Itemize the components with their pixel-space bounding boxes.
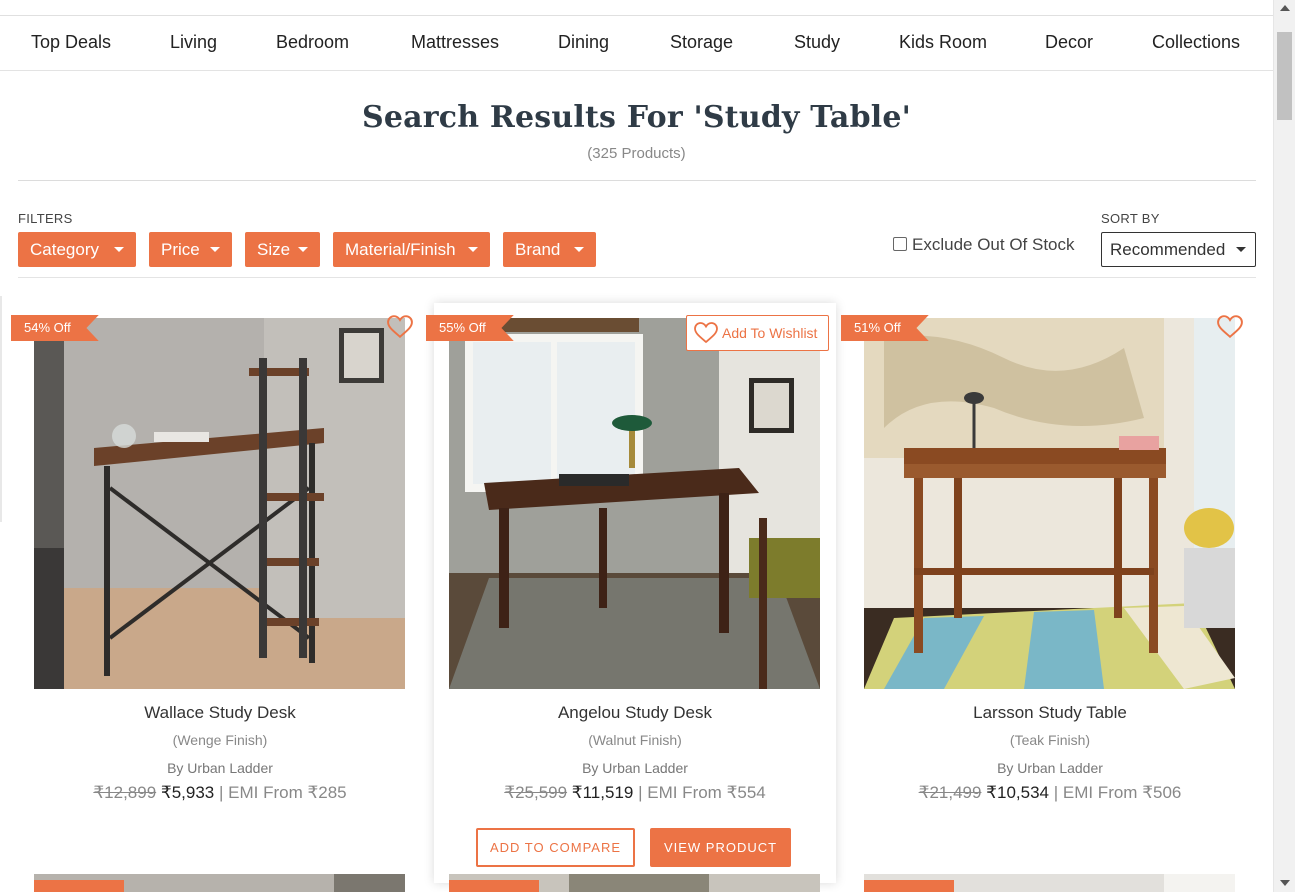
nav-item-mattresses[interactable]: Mattresses	[411, 32, 499, 53]
product-price: ₹12,899 ₹5,933 | EMI From ₹285	[19, 783, 421, 803]
product-image[interactable]	[864, 318, 1235, 689]
product-image-next-row[interactable]	[864, 874, 1235, 892]
scroll-up-icon[interactable]	[1280, 5, 1290, 11]
filter-price-label: Price	[161, 240, 200, 259]
current-price: ₹11,519	[571, 783, 634, 802]
current-price: ₹10,534	[986, 783, 1049, 802]
filter-brand-button[interactable]: Brand	[503, 232, 596, 267]
emi-text: | EMI From ₹285	[218, 783, 347, 802]
view-product-button[interactable]: VIEW PRODUCT	[650, 828, 791, 867]
page-title: Search Results For 'Study Table'	[361, 100, 912, 135]
product-name[interactable]: Angelou Study Desk	[434, 703, 836, 723]
caret-down-icon	[468, 247, 478, 252]
emi-text: | EMI From ₹554	[638, 783, 766, 802]
caret-down-icon	[210, 247, 220, 252]
filter-material-label: Material/Finish	[345, 240, 456, 259]
product-brand: By Urban Ladder	[997, 760, 1103, 776]
browser-top-strip	[0, 0, 1273, 16]
category-nav: Top Deals Living Bedroom Mattresses Dini…	[0, 16, 1273, 71]
nav-item-study[interactable]: Study	[794, 32, 840, 53]
exclude-out-of-stock-label: Exclude Out Of Stock	[912, 235, 1075, 254]
sort-select[interactable]: Recommended	[1101, 232, 1256, 267]
product-card[interactable]: 54% Off Wallace Study Desk (Wenge Finish…	[11, 303, 421, 883]
result-count: (325 Products)	[587, 145, 686, 162]
old-price: ₹25,599	[504, 783, 568, 802]
caret-down-icon	[574, 247, 584, 252]
nav-item-kids-room[interactable]: Kids Room	[899, 32, 987, 53]
side-tab	[0, 296, 2, 522]
filter-price-button[interactable]: Price	[149, 232, 232, 267]
filters-label: FILTERS	[18, 211, 73, 226]
nav-item-decor[interactable]: Decor	[1045, 32, 1093, 53]
scroll-down-icon[interactable]	[1280, 880, 1290, 886]
product-brand: By Urban Ladder	[582, 760, 688, 776]
product-finish: (Teak Finish)	[1009, 732, 1091, 748]
product-image[interactable]	[449, 318, 820, 689]
caret-down-icon	[114, 247, 124, 252]
sort-selected-value: Recommended	[1110, 240, 1226, 259]
old-price: ₹21,499	[918, 783, 982, 802]
filter-brand-label: Brand	[515, 240, 561, 259]
add-to-compare-button[interactable]: ADD TO COMPARE	[476, 828, 635, 867]
wishlist-label: Add To Wishlist	[722, 325, 818, 341]
emi-text: | EMI From ₹506	[1053, 783, 1182, 802]
checkbox-icon[interactable]	[893, 237, 907, 251]
filter-category-label: Category	[30, 240, 99, 259]
heart-icon[interactable]	[387, 315, 413, 339]
old-price: ₹12,899	[93, 783, 157, 802]
product-price: ₹25,599 ₹11,519 | EMI From ₹554	[434, 783, 836, 803]
nav-item-bedroom[interactable]: Bedroom	[276, 32, 349, 53]
caret-down-icon	[1236, 247, 1246, 252]
filter-material-button[interactable]: Material/Finish	[333, 232, 490, 267]
filter-size-button[interactable]: Size	[245, 232, 320, 267]
product-finish: (Wenge Finish)	[172, 732, 268, 748]
add-to-wishlist-button[interactable]: Add To Wishlist	[686, 315, 829, 351]
filter-category-button[interactable]: Category	[18, 232, 136, 267]
product-name[interactable]: Wallace Study Desk	[19, 703, 421, 723]
sort-label: SORT BY	[1101, 211, 1160, 226]
product-image-next-row[interactable]	[449, 874, 820, 892]
exclude-out-of-stock[interactable]: Exclude Out Of Stock	[893, 235, 1075, 255]
product-finish: (Walnut Finish)	[588, 732, 682, 748]
product-brand: By Urban Ladder	[167, 760, 273, 776]
discount-badge: 51% Off	[841, 315, 929, 341]
discount-badge: 54% Off	[11, 315, 99, 341]
product-card[interactable]: 55% Off Add To Wishlist Angelou Study De…	[426, 303, 836, 883]
product-image[interactable]	[34, 318, 405, 689]
filter-size-label: Size	[257, 240, 291, 259]
nav-item-dining[interactable]: Dining	[558, 32, 609, 53]
page-scrollbar[interactable]	[1273, 0, 1295, 892]
nav-item-collections[interactable]: Collections	[1152, 32, 1240, 53]
discount-badge: 55% Off	[426, 315, 514, 341]
scrollbar-thumb[interactable]	[1277, 32, 1292, 120]
divider	[18, 277, 1256, 278]
nav-item-storage[interactable]: Storage	[670, 32, 733, 53]
caret-down-icon	[298, 247, 308, 252]
product-image-next-row[interactable]	[34, 874, 405, 892]
product-name[interactable]: Larsson Study Table	[849, 703, 1251, 723]
product-card[interactable]: 51% Off Larsson Study Table (Teak Finish…	[841, 303, 1251, 883]
current-price: ₹5,933	[160, 783, 215, 802]
heart-icon	[694, 322, 718, 344]
product-price: ₹21,499 ₹10,534 | EMI From ₹506	[849, 783, 1251, 803]
nav-item-living[interactable]: Living	[170, 32, 217, 53]
divider	[18, 180, 1256, 181]
heart-icon[interactable]	[1217, 315, 1243, 339]
nav-item-top-deals[interactable]: Top Deals	[31, 32, 111, 53]
